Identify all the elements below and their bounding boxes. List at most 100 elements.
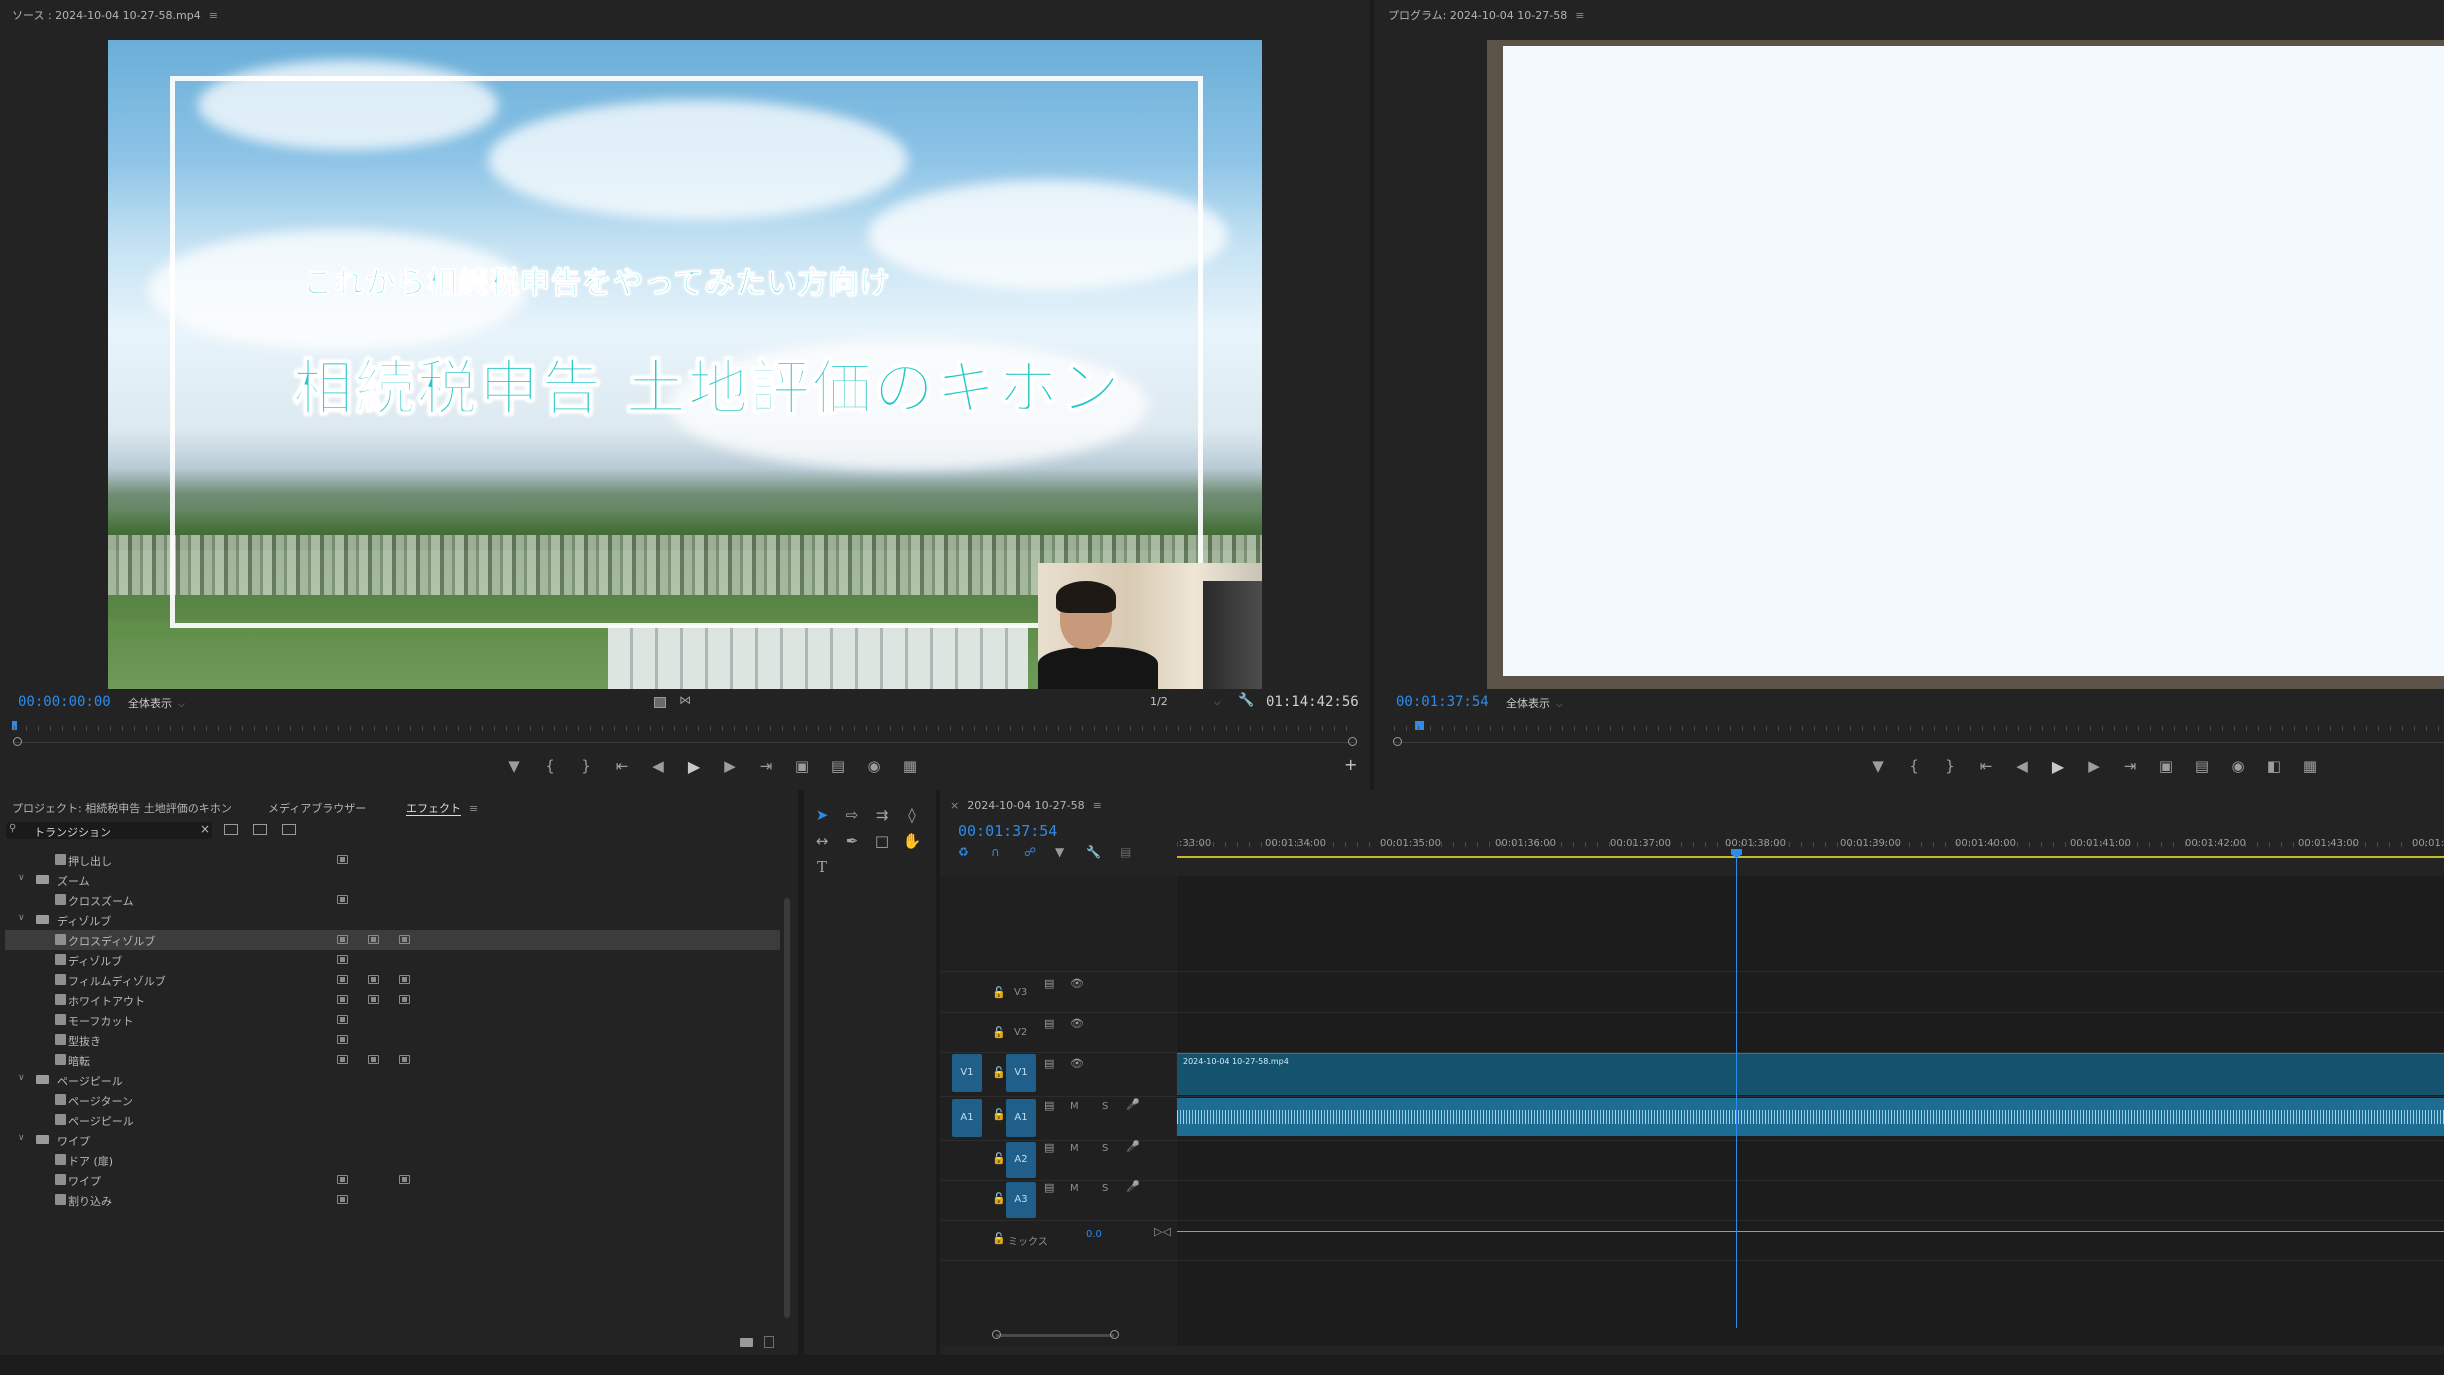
sync-lock-icon[interactable]: ▤ — [1044, 1057, 1054, 1070]
mark-in-icon[interactable]: { — [1896, 757, 1932, 775]
lock-icon[interactable]: 🔓 — [992, 1152, 1006, 1165]
export-frame-icon[interactable]: ◉ — [2220, 757, 2256, 775]
go-to-in-icon[interactable]: ⇤ — [604, 757, 640, 775]
audio-clip[interactable] — [1177, 1098, 2444, 1136]
add-marker-icon[interactable]: ▼ — [1860, 757, 1896, 775]
overwrite-icon[interactable]: ▤ — [820, 757, 856, 775]
track-select-tool-icon[interactable]: ⇨ — [842, 806, 862, 824]
effect-item[interactable]: ドア (扉) — [5, 1150, 780, 1170]
program-timecode[interactable]: 00:01:37:54 — [1396, 694, 1489, 710]
snap-icon[interactable]: ∩ — [991, 845, 1000, 859]
timeline-zoom-handle-right[interactable] — [1110, 1330, 1119, 1339]
nest-icon[interactable]: ♻ — [958, 845, 969, 859]
eye-icon[interactable]: 👁 — [1070, 1017, 1084, 1030]
target-track-v1[interactable]: V1 — [1006, 1054, 1036, 1092]
effect-item[interactable]: 割り込み — [5, 1190, 780, 1210]
close-tab-icon[interactable]: × — [950, 799, 959, 812]
mute-button[interactable]: M — [1070, 1101, 1079, 1112]
drag-audio-icon[interactable]: ⋈ — [679, 693, 691, 707]
add-marker-icon[interactable]: ▼ — [1055, 845, 1064, 859]
go-to-in-icon[interactable]: ⇤ — [1968, 757, 2004, 775]
program-fit-dropdown[interactable]: 全体表示 ⌵ — [1502, 695, 1582, 711]
timeline-zoom-handle-left[interactable] — [992, 1330, 1001, 1339]
source-zoom-handle-left[interactable] — [13, 737, 22, 746]
lock-icon[interactable]: 🔓 — [992, 1026, 1006, 1039]
mix-volume-value[interactable]: 0.0 — [1086, 1229, 1102, 1240]
folder-item[interactable]: ∨ ワイプ — [5, 1130, 780, 1150]
timeline-tab[interactable]: × 2024-10-04 10-27-58 ≡ — [950, 799, 1102, 812]
source-resolution-dropdown[interactable]: 1/2 ⌵ — [1146, 695, 1226, 711]
panel-menu-icon[interactable]: ≡ — [1575, 9, 1584, 22]
linked-selection-icon[interactable]: ☍ — [1024, 845, 1036, 859]
effect-item[interactable]: ディゾルブ — [5, 950, 780, 970]
microphone-icon[interactable]: 🎤 — [1126, 1140, 1140, 1153]
solo-button[interactable]: S — [1102, 1143, 1108, 1154]
effect-item[interactable]: クロスズーム — [5, 890, 780, 910]
effect-item[interactable]: 暗転 — [5, 1050, 780, 1070]
razor-tool-icon[interactable]: ◊ — [902, 806, 922, 824]
lift-icon[interactable]: ▣ — [2148, 757, 2184, 775]
drag-video-icon[interactable] — [654, 697, 666, 708]
solo-button[interactable]: S — [1102, 1101, 1108, 1112]
lock-icon[interactable]: 🔓 — [992, 1232, 1006, 1245]
new-bin-icon[interactable] — [740, 1338, 753, 1347]
lock-icon[interactable]: 🔓 — [992, 1066, 1006, 1079]
effect-item[interactable]: 型抜き — [5, 1030, 780, 1050]
effect-item[interactable]: ワイプ — [5, 1170, 780, 1190]
wrench-icon[interactable]: 🔧 — [1238, 693, 1254, 708]
source-patch-v1[interactable]: V1 — [952, 1054, 982, 1092]
folder-item[interactable]: ∨ ディゾルブ — [5, 910, 780, 930]
effect-item[interactable]: ホワイトアウト — [5, 990, 780, 1010]
program-video-frame[interactable] — [1487, 40, 2444, 689]
folder-item[interactable]: ∨ ズーム — [5, 870, 780, 890]
effect-item[interactable]: モーフカット — [5, 1010, 780, 1030]
lock-icon[interactable]: 🔓 — [992, 1192, 1006, 1205]
selection-tool-icon[interactable]: ➤ — [812, 806, 832, 824]
microphone-icon[interactable]: 🎤 — [1126, 1098, 1140, 1111]
timeline-ruler[interactable] — [1177, 820, 2444, 852]
work-area-bar[interactable] — [1177, 856, 2444, 858]
sync-lock-icon[interactable]: ▤ — [1044, 1099, 1054, 1112]
hand-tool-icon[interactable]: ✋ — [902, 832, 922, 850]
eye-icon[interactable]: 👁 — [1070, 977, 1084, 990]
mute-button[interactable]: M — [1070, 1143, 1079, 1154]
source-time-ruler[interactable] — [14, 726, 1354, 731]
target-track-a1[interactable]: A1 — [1006, 1099, 1036, 1137]
trash-icon[interactable] — [764, 1336, 774, 1348]
target-track-a3[interactable]: A3 — [1006, 1182, 1036, 1218]
multi-camera-icon[interactable]: ▦ — [892, 757, 928, 775]
effects-scrollbar[interactable] — [784, 898, 790, 1318]
rectangle-tool-icon[interactable]: □ — [872, 832, 892, 850]
button-editor-plus-icon[interactable]: + — [1344, 755, 1357, 774]
folder-item[interactable]: ∨ ページピール — [5, 1070, 780, 1090]
step-back-icon[interactable]: ◀ — [2004, 757, 2040, 775]
wrench-icon[interactable]: 🔧 — [1086, 845, 1101, 859]
step-forward-icon[interactable]: ▶ — [712, 757, 748, 775]
panel-menu-icon[interactable]: ≡ — [209, 9, 218, 22]
lock-icon[interactable]: 🔓 — [992, 1108, 1006, 1121]
insert-icon[interactable]: ▣ — [784, 757, 820, 775]
slip-tool-icon[interactable]: ↔ — [812, 832, 832, 850]
type-tool-icon[interactable]: T — [812, 858, 832, 876]
source-monitor-title[interactable]: ソース : 2024-10-04 10-27-58.mp4 ≡ — [12, 7, 218, 23]
step-back-icon[interactable]: ◀ — [640, 757, 676, 775]
target-track-a2[interactable]: A2 — [1006, 1142, 1036, 1178]
effect-item[interactable]: フィルムディゾルブ — [5, 970, 780, 990]
timeline-playhead-line[interactable] — [1736, 856, 1737, 1328]
go-to-out-icon[interactable]: ⇥ — [2112, 757, 2148, 775]
go-to-end-icon[interactable]: ▷◁ — [1154, 1225, 1171, 1238]
sync-lock-icon[interactable]: ▤ — [1044, 1141, 1054, 1154]
ripple-edit-tool-icon[interactable]: ⇉ — [872, 806, 892, 824]
mark-out-icon[interactable]: } — [568, 757, 604, 775]
eye-icon[interactable]: 👁 — [1070, 1057, 1084, 1070]
play-icon[interactable]: ▶ — [676, 757, 712, 776]
captions-icon[interactable]: ▤ — [1120, 845, 1131, 859]
timeline-timecode[interactable]: 00:01:37:54 — [958, 822, 1057, 840]
source-timecode-in[interactable]: 00:00:00:00 — [18, 694, 111, 710]
pen-tool-icon[interactable]: ✒ — [842, 832, 862, 850]
program-monitor-title[interactable]: プログラム: 2024-10-04 10-27-58 ≡ — [1388, 7, 1584, 23]
extract-icon[interactable]: ▤ — [2184, 757, 2220, 775]
program-zoom-handle-left[interactable] — [1393, 737, 1402, 746]
mute-button[interactable]: M — [1070, 1183, 1079, 1194]
video-clip[interactable]: 2024-10-04 10-27-58.mp4 — [1177, 1053, 2444, 1095]
